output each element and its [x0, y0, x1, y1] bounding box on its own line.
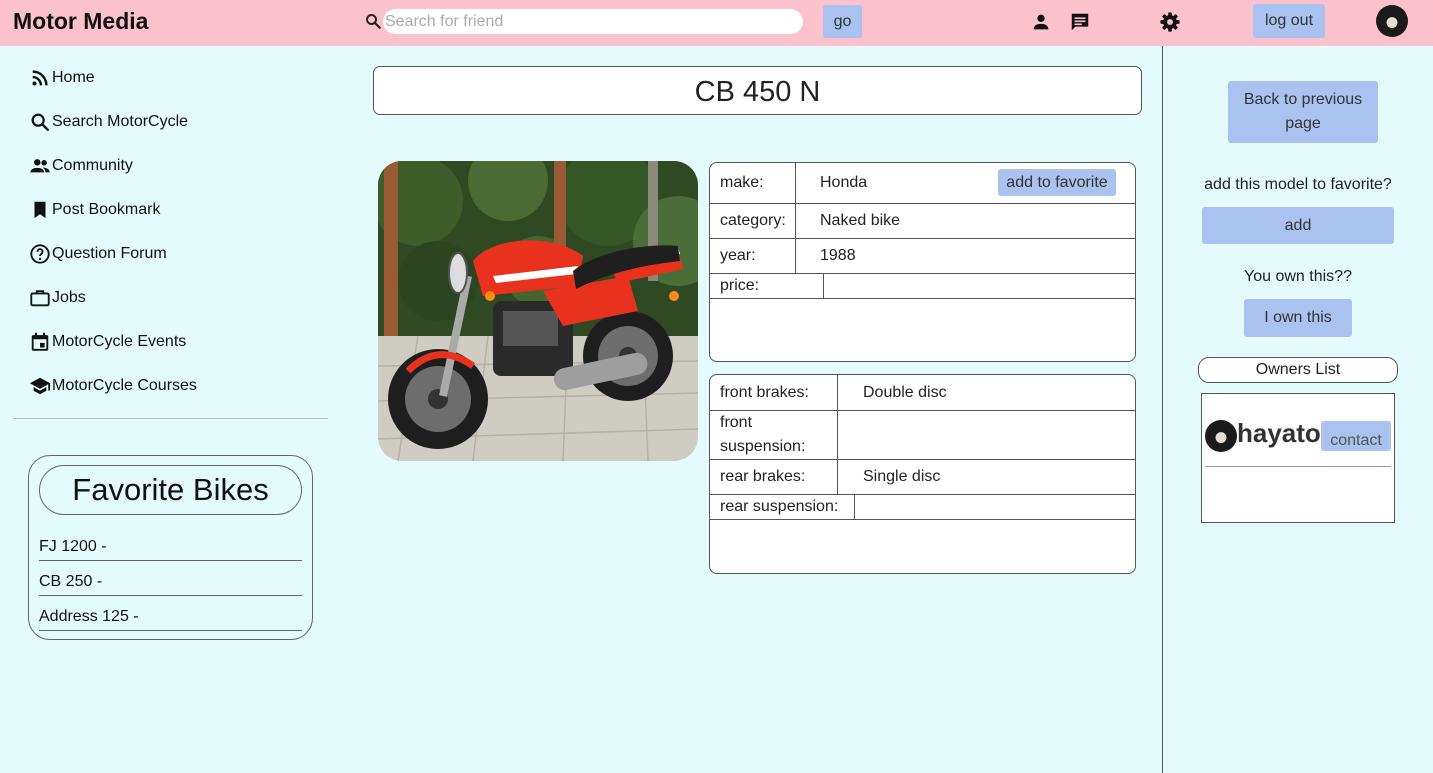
spec-row-front-brakes: front brakes: Double disc — [710, 375, 1135, 411]
add-to-favorite-button[interactable]: add to favorite — [998, 169, 1116, 196]
spec-row-rear-suspension: rear suspension: — [710, 495, 1135, 520]
top-navbar: Motor Media go log out — [0, 0, 1433, 46]
owner-divider — [1205, 466, 1391, 467]
brand-logo[interactable]: Motor Media — [13, 8, 148, 35]
sidebar-item-jobs[interactable]: Jobs — [29, 286, 86, 310]
rss-icon — [32, 70, 48, 86]
owners-list: hayato contact — [1201, 393, 1395, 523]
left-column-divider — [349, 46, 350, 773]
motorcycle-photo — [378, 161, 698, 461]
search-friend-input[interactable] — [383, 9, 803, 34]
sidebar-item-label: Community — [52, 157, 133, 174]
sidebar-item-community[interactable]: Community — [29, 154, 133, 178]
sidebar-item-motorcycle-events[interactable]: MotorCycle Events — [29, 330, 186, 354]
spec-row-category: category: Naked bike — [710, 204, 1135, 239]
favorite-bike-item[interactable]: Address 125 - — [39, 606, 302, 631]
sidebar-item-label: Search MotorCycle — [52, 113, 189, 130]
button-label-line: page — [1285, 115, 1321, 132]
search-icon — [31, 113, 49, 131]
own-prompt: You own this?? — [1244, 268, 1352, 285]
favorite-bikes-card: Favorite Bikes FJ 1200 - CB 250 - Addres… — [28, 455, 313, 640]
button-label-line: Back to previous — [1243, 91, 1363, 108]
spec-value: Naked bike — [820, 212, 901, 229]
sidebar-item-motorcycle-courses[interactable]: MotorCycle Courses — [29, 374, 197, 398]
sidebar-item-question-forum[interactable]: Question Forum — [29, 242, 167, 266]
graduation-cap-icon — [29, 377, 51, 395]
sidebar-item-label: MotorCycle Courses — [52, 377, 197, 394]
user-avatar[interactable] — [1376, 5, 1408, 37]
calendar-icon — [31, 332, 49, 351]
model-specs-table: make: Honda add to favorite category: Na… — [709, 162, 1136, 362]
right-column-divider — [1162, 46, 1163, 773]
spec-row-year: year: 1988 — [710, 239, 1135, 274]
logout-button[interactable]: log out — [1253, 4, 1325, 38]
spec-label: front suspension: — [710, 411, 838, 459]
go-button[interactable]: go — [823, 5, 862, 38]
search-icon — [366, 14, 381, 29]
spec-label: rear brakes: — [710, 460, 838, 494]
spec-label: make: — [710, 163, 796, 203]
briefcase-icon — [30, 290, 50, 307]
sidebar-item-post-bookmark[interactable]: Post Bookmark — [29, 198, 160, 222]
chat-icon[interactable] — [1069, 11, 1091, 33]
add-favorite-button[interactable]: add — [1202, 207, 1394, 244]
sidebar-item-label: Post Bookmark — [52, 201, 161, 218]
spec-value: Double disc — [863, 383, 947, 401]
favorite-bike-item[interactable]: CB 250 - — [39, 571, 302, 596]
people-icon — [30, 159, 50, 173]
owner-name[interactable]: hayato — [1237, 418, 1321, 449]
spec-value: Single disc — [863, 468, 941, 485]
question-circle-icon — [30, 244, 50, 264]
favorite-bike-item[interactable]: FJ 1200 - — [39, 536, 302, 561]
sidebar-item-label: MotorCycle Events — [52, 333, 187, 350]
spec-value: 1988 — [820, 247, 856, 264]
model-components-table: front brakes: Double disc front suspensi… — [709, 374, 1136, 574]
gear-icon[interactable] — [1159, 11, 1181, 33]
favorite-bikes-title: Favorite Bikes — [39, 465, 302, 515]
spec-label-line: suspension: — [720, 438, 806, 455]
contact-button[interactable]: contact — [1321, 421, 1391, 451]
spec-label: year: — [710, 239, 796, 273]
bookmark-icon — [34, 201, 46, 219]
owners-list-title: Owners List — [1198, 357, 1398, 383]
spec-row-price: price: — [710, 274, 1135, 299]
spec-value: Honda — [820, 174, 868, 191]
spec-label-line: front — [720, 414, 753, 431]
i-own-this-button[interactable]: I own this — [1244, 299, 1352, 337]
spec-label: category: — [710, 204, 796, 238]
sidebar-item-search-motorcycle[interactable]: Search MotorCycle — [29, 110, 188, 134]
spec-label: rear suspension: — [710, 495, 855, 519]
spec-row-make: make: Honda add to favorite — [710, 163, 1135, 204]
sidebar-item-label: Jobs — [52, 289, 86, 306]
spec-row-front-suspension: front suspension: — [710, 411, 1135, 460]
sidebar-item-label: Question Forum — [52, 245, 167, 262]
sidebar-item-label: Home — [52, 69, 95, 86]
model-title: CB 450 N — [373, 66, 1142, 115]
owner-avatar[interactable] — [1205, 420, 1237, 452]
person-icon[interactable] — [1030, 11, 1052, 33]
sidebar-item-home[interactable]: Home — [29, 66, 95, 90]
back-to-previous-page-button[interactable]: Back to previous page — [1228, 81, 1378, 143]
spec-label: price: — [710, 274, 824, 298]
spec-row-rear-brakes: rear brakes: Single disc — [710, 460, 1135, 495]
sidebar-divider — [13, 418, 328, 419]
spec-label: front brakes: — [710, 375, 838, 410]
add-favorite-prompt: add this model to favorite? — [1204, 176, 1392, 193]
